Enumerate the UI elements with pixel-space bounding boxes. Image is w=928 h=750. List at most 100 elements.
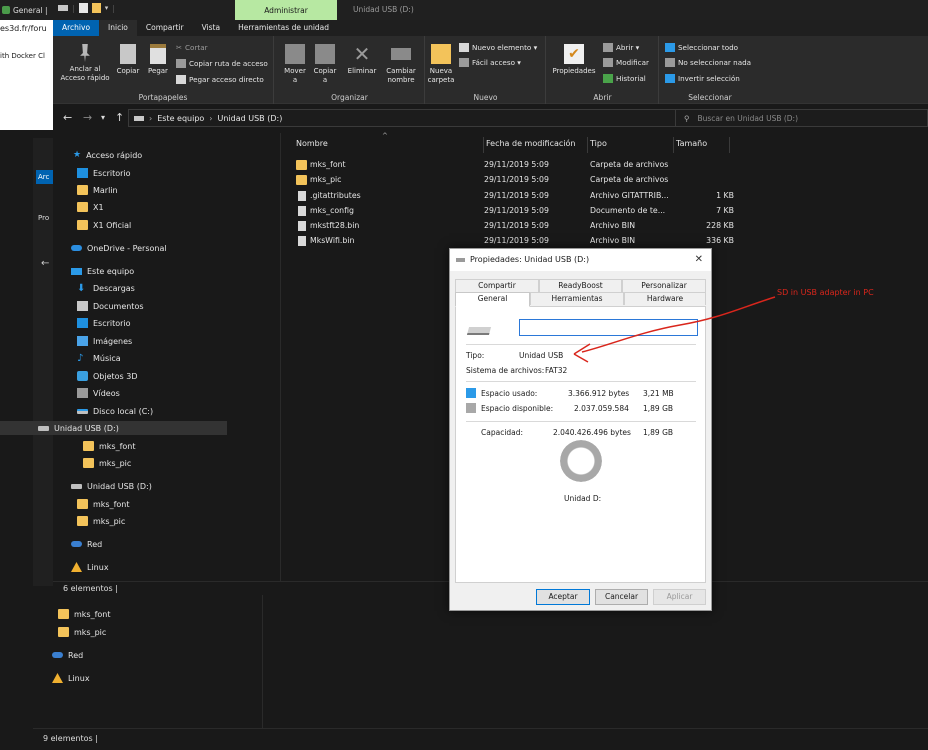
easy-access-button[interactable]: Fácil acceso ▾ <box>459 58 521 67</box>
edit-button[interactable]: Modificar <box>603 58 649 67</box>
cancel-button[interactable]: Cancelar <box>595 589 648 605</box>
column-header-fecha[interactable]: Fecha de modificación <box>484 137 588 153</box>
nav-item[interactable]: Documentos <box>77 299 144 313</box>
properties-button[interactable]: ✔ Propiedades <box>549 44 599 76</box>
file-name: .gitattributes <box>310 191 361 200</box>
nav-item-unidad-usb-selected[interactable]: Unidad USB (D:) <box>0 421 227 435</box>
paste-button[interactable]: Pegar <box>145 44 171 76</box>
nav-item[interactable]: mks_pic <box>77 514 125 528</box>
background-nav-item[interactable]: mks_font <box>58 607 111 621</box>
context-tab-administrar[interactable]: Administrar <box>235 0 337 20</box>
copy-button[interactable]: Copiar <box>115 44 141 76</box>
tab-vista[interactable]: Vista <box>193 20 230 36</box>
tab-archivo[interactable]: Archivo <box>53 20 100 36</box>
capacity-bytes: 2.040.426.496 bytes <box>553 428 631 437</box>
tab-herramientas-unidad[interactable]: Herramientas de unidad <box>229 20 338 36</box>
nav-item[interactable]: mks_font <box>83 439 136 453</box>
new-item-icon <box>459 43 469 52</box>
nav-item-onedrive[interactable]: OneDrive - Personal <box>71 241 167 255</box>
tab-compartir[interactable]: Compartir <box>137 20 193 36</box>
pictures-icon <box>77 336 88 346</box>
forward-arrow-icon[interactable]: → <box>83 111 92 124</box>
nav-item[interactable]: mks_font <box>77 497 130 511</box>
tab-general[interactable]: General <box>455 292 530 307</box>
column-header-tipo[interactable]: Tipo <box>588 137 674 153</box>
new-folder-button[interactable]: Nueva carpeta <box>426 44 456 85</box>
select-none-button[interactable]: No seleccionar nada <box>665 58 751 67</box>
column-header-tamano[interactable]: Tamaño <box>674 137 730 153</box>
background-nav-item[interactable]: Red <box>52 648 83 662</box>
background-nav-item[interactable]: Linux <box>52 671 90 685</box>
folder-icon <box>77 185 88 195</box>
browser-tab[interactable]: General | <box>0 0 53 20</box>
move-to-button[interactable]: Mover a <box>281 44 309 85</box>
history-button[interactable]: Historial <box>603 74 646 83</box>
nav-item-linux[interactable]: Linux <box>71 560 109 574</box>
up-arrow-icon[interactable]: ↑ <box>115 111 124 124</box>
cut-button[interactable]: ✂ Cortar <box>176 43 208 52</box>
nav-item-red[interactable]: Red <box>71 537 102 551</box>
folder-icon <box>77 499 88 509</box>
apply-button[interactable]: Aplicar <box>653 589 706 605</box>
nav-item[interactable]: Escritorio <box>77 166 131 180</box>
table-row[interactable]: mks_config 29/11/2019 5:09 Documento de … <box>294 204 734 219</box>
background-archivo-tab[interactable]: Arc <box>36 170 53 184</box>
close-icon[interactable]: ✕ <box>695 249 703 271</box>
invert-selection-button[interactable]: Invertir selección <box>665 74 740 83</box>
back-arrow-icon[interactable]: ← <box>63 111 72 124</box>
nav-item[interactable]: X1 Oficial <box>77 218 131 232</box>
nav-item[interactable]: Escritorio <box>77 316 131 330</box>
breadcrumb-este-equipo[interactable]: Este equipo <box>157 114 204 123</box>
table-row[interactable]: mks_font 29/11/2019 5:09 Carpeta de arch… <box>294 158 734 173</box>
table-row[interactable]: mks_pic 29/11/2019 5:09 Carpeta de archi… <box>294 173 734 188</box>
new-item-button[interactable]: Nuevo elemento ▾ <box>459 43 537 52</box>
file-size: 1 KB <box>716 191 734 200</box>
nav-item[interactable]: ♪ Música <box>77 351 121 365</box>
easy-access-icon <box>459 58 469 67</box>
search-input[interactable]: ⚲ Buscar en Unidad USB (D:) <box>675 109 928 127</box>
nav-item[interactable]: Imágenes <box>77 334 132 348</box>
browser-page-fragment <box>0 20 53 130</box>
ribbon: Anclar al Acceso rápido Copiar Pegar ✂ Co… <box>53 36 928 104</box>
table-row[interactable]: mkstft28.bin 29/11/2019 5:09 Archivo BIN… <box>294 219 734 234</box>
delete-button[interactable]: ✕ Eliminar <box>345 44 379 76</box>
nav-item[interactable]: X1 <box>77 200 104 214</box>
open-button[interactable]: Abrir ▾ <box>603 43 639 52</box>
properties-qat-icon[interactable] <box>78 3 88 13</box>
videos-icon <box>77 388 88 398</box>
properties-check-icon: ✔ <box>564 44 584 64</box>
copy-path-button[interactable]: Copiar ruta de acceso <box>176 59 268 68</box>
nav-item[interactable]: mks_pic <box>83 456 131 470</box>
nav-item-este-equipo[interactable]: Este equipo <box>71 264 134 278</box>
qat-dropdown-icon[interactable]: ▾ <box>105 4 109 12</box>
ok-button[interactable]: Aceptar <box>536 589 590 605</box>
address-bar[interactable]: › Este equipo › Unidad USB (D:) ⌄ ↻ <box>128 109 722 127</box>
breadcrumb-unidad-usb[interactable]: Unidad USB (D:) <box>218 114 283 123</box>
copy-to-button[interactable]: Copiar a <box>311 44 339 85</box>
divider <box>466 381 696 382</box>
nav-item-unidad-usb[interactable]: Unidad USB (D:) <box>71 479 152 493</box>
rename-button[interactable]: Cambiar nombre <box>381 44 421 85</box>
nav-item[interactable]: Objetos 3D <box>77 369 138 383</box>
table-row[interactable]: MksWifi.bin 29/11/2019 5:09 Archivo BIN … <box>294 234 734 249</box>
nav-item-quick-access[interactable]: ★ Acceso rápido <box>73 148 142 162</box>
nav-item[interactable]: ⬇ Descargas <box>77 281 135 295</box>
breadcrumb-chevron-icon: › <box>149 113 153 123</box>
music-note-icon: ♪ <box>77 352 84 364</box>
paste-shortcut-button[interactable]: Pegar acceso directo <box>176 75 264 84</box>
background-back-arrow-icon[interactable]: ← <box>41 258 49 269</box>
tab-compartir[interactable]: Compartir <box>455 279 539 292</box>
pin-quick-access-button[interactable]: Anclar al Acceso rápido <box>57 44 113 83</box>
tab-inicio[interactable]: Inicio <box>99 20 137 36</box>
new-folder-qat-icon[interactable] <box>91 3 101 13</box>
background-nav-item[interactable]: mks_pic <box>58 625 106 639</box>
usb-drive-icon <box>456 258 465 262</box>
ribbon-group-nuevo: Nueva carpeta Nuevo elemento ▾ Fácil acc… <box>426 36 546 104</box>
select-all-button[interactable]: Seleccionar todo <box>665 43 738 52</box>
table-row[interactable]: .gitattributes 29/11/2019 5:09 Archivo G… <box>294 189 734 204</box>
recent-locations-icon[interactable]: ▾ <box>101 113 105 122</box>
nav-item[interactable]: Vídeos <box>77 386 120 400</box>
nav-item[interactable]: Marlin <box>77 183 118 197</box>
nav-item[interactable]: Disco local (C:) <box>77 404 153 418</box>
column-header-nombre[interactable]: Nombre <box>294 137 484 153</box>
